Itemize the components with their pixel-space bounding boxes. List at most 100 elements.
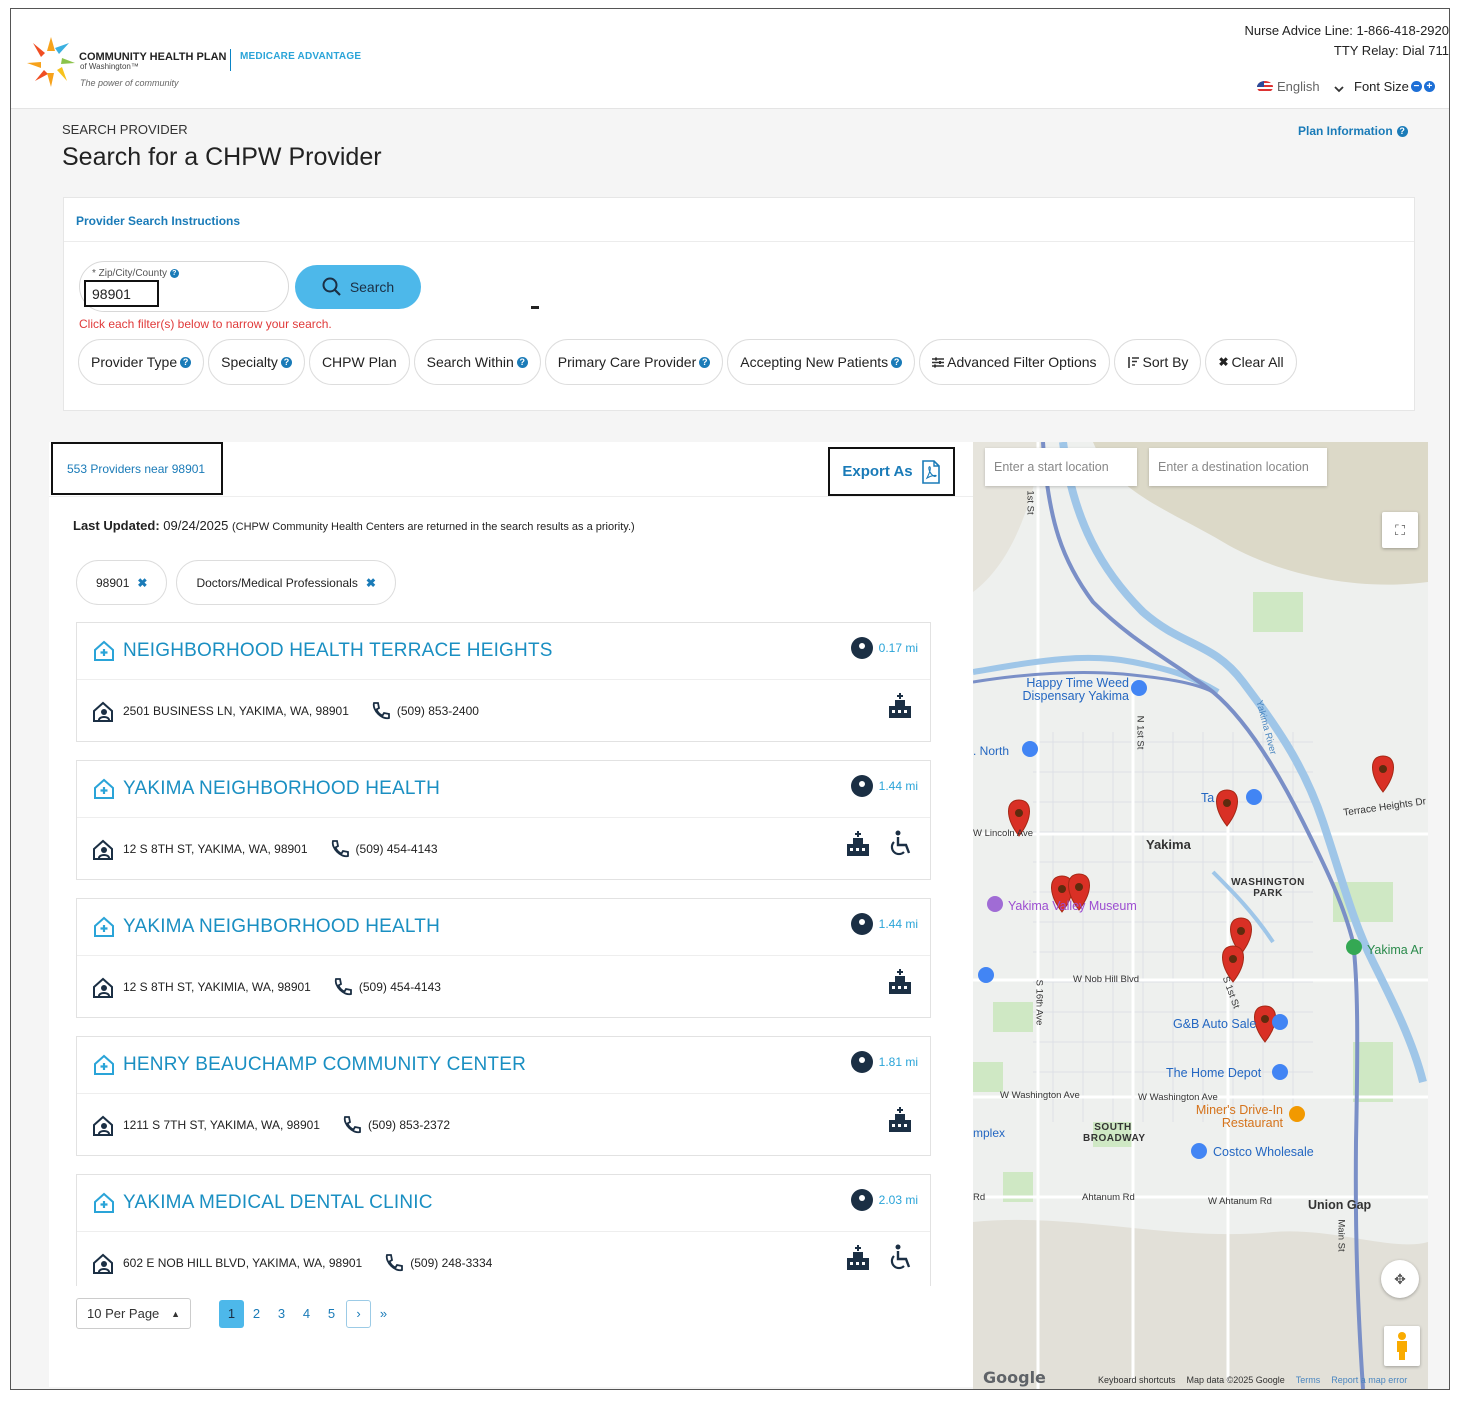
- start-location-input[interactable]: Enter a start location: [985, 448, 1137, 486]
- filter-specialty[interactable]: Specialty?: [208, 339, 305, 385]
- plan-information-link[interactable]: Plan Information ?: [1298, 124, 1408, 138]
- tty-relay-line[interactable]: TTY Relay: Dial 711: [1244, 41, 1449, 61]
- provider-phone-link[interactable]: (509) 454-4143: [356, 842, 438, 856]
- app-frame: COMMUNITY HEALTH PLAN of Washington™ The…: [10, 8, 1450, 1390]
- last-page-button[interactable]: »: [371, 1300, 396, 1328]
- export-as-button[interactable]: Export As: [828, 447, 955, 496]
- report-map-error-link[interactable]: Report a map error: [1331, 1375, 1407, 1385]
- provider-name-link[interactable]: HENRY BEAUCHAMP COMMUNITY CENTER: [123, 1054, 526, 1076]
- map-label: W Lincoln Ave: [973, 828, 1034, 839]
- nurse-advice-line[interactable]: Nurse Advice Line: 1-866-418-2920: [1244, 21, 1449, 41]
- filter-search-within[interactable]: Search Within?: [413, 339, 541, 385]
- destination-location-input[interactable]: Enter a destination location: [1149, 448, 1327, 486]
- provider-feature-icons: [886, 968, 914, 996]
- clear-all-button[interactable]: ✖ Clear All: [1205, 339, 1297, 385]
- page-4-button[interactable]: 4: [294, 1300, 319, 1328]
- remove-tag-icon[interactable]: ✖: [366, 576, 376, 590]
- keyboard-shortcuts-link[interactable]: Keyboard shortcuts: [1098, 1375, 1176, 1385]
- provider-search-instructions-link[interactable]: Provider Search Instructions: [64, 198, 1414, 242]
- filter-tag[interactable]: Doctors/Medical Professionals ✖: [176, 560, 396, 605]
- poi-label[interactable]: Happy Time Weed Dispensary Yakima: [1011, 677, 1129, 703]
- poi-label[interactable]: Yakima Valley Museum: [1008, 899, 1137, 913]
- language-selector[interactable]: English: [1257, 79, 1320, 94]
- brand-sub: of Washington™: [80, 62, 139, 71]
- provider-card-header: YAKIMA MEDICAL DENTAL CLINIC 2.03 mi: [77, 1175, 930, 1232]
- brand-product: MEDICARE ADVANTAGE: [240, 51, 362, 62]
- help-icon: ?: [516, 356, 528, 368]
- filter-tag[interactable]: 98901 ✖: [76, 560, 168, 605]
- poi-label[interactable]: The Home Depot: [1166, 1066, 1261, 1080]
- font-increase-button[interactable]: +: [1423, 81, 1435, 92]
- terms-link[interactable]: Terms: [1296, 1375, 1321, 1385]
- search-icon: [322, 277, 341, 296]
- page-3-button[interactable]: 3: [269, 1300, 294, 1328]
- wheelchair-accessible-icon: [890, 830, 911, 856]
- filter-hint: Click each filter(s) below to narrow you…: [79, 317, 332, 331]
- filter-accepting-new-patients[interactable]: Accepting New Patients?: [727, 339, 916, 385]
- provider-name-link[interactable]: YAKIMA NEIGHBORHOOD HEALTH: [123, 778, 440, 800]
- zip-input[interactable]: [84, 280, 159, 307]
- sort-by-button[interactable]: Sort By: [1113, 339, 1202, 385]
- hospital-icon: [847, 831, 869, 856]
- per-page-select[interactable]: 10 Per Page ▲: [76, 1298, 191, 1329]
- filter-primary-care-provider[interactable]: Primary Care Provider?: [544, 339, 724, 385]
- page-1-button[interactable]: 1: [219, 1299, 244, 1328]
- map-label: Union Gap: [1308, 1198, 1372, 1212]
- fullscreen-icon[interactable]: ⛶: [1382, 512, 1418, 548]
- filter-label: Search Within: [426, 354, 514, 370]
- hospital-icon: [889, 693, 911, 718]
- filter-provider-type[interactable]: Provider Type?: [78, 339, 205, 385]
- page-2-button[interactable]: 2: [244, 1300, 269, 1328]
- map-footer: Keyboard shortcuts Map data ©2025 Google…: [973, 1371, 1428, 1389]
- next-page-button[interactable]: ›: [346, 1299, 371, 1328]
- provider-name-link[interactable]: NEIGHBORHOOD HEALTH TERRACE HEIGHTS: [123, 640, 553, 662]
- site-header: COMMUNITY HEALTH PLAN of Washington™ The…: [11, 9, 1449, 109]
- provider-feature-icons: [844, 1244, 914, 1272]
- map-pin-icon: [850, 637, 873, 659]
- provider-name-link[interactable]: YAKIMA NEIGHBORHOOD HEALTH: [123, 916, 440, 938]
- provider-phone-link[interactable]: (509) 853-2372: [368, 1118, 450, 1132]
- font-decrease-button[interactable]: −: [1410, 81, 1422, 92]
- help-icon[interactable]: ?: [169, 268, 179, 278]
- provider-phone-link[interactable]: (509) 853-2400: [397, 704, 479, 718]
- provider-card-details: 12 S 8TH ST, YAKIMIA, WA, 98901 (509) 45…: [77, 956, 930, 1018]
- results-count: 553 Providers near 98901: [51, 442, 223, 495]
- page-eyebrow: SEARCH PROVIDER: [62, 122, 188, 137]
- poi-label[interactable]: Costco Wholesale: [1213, 1145, 1314, 1159]
- map-pan-control[interactable]: ✥: [1381, 1260, 1419, 1298]
- phone-icon: [372, 702, 390, 720]
- filter-chpw-plan[interactable]: CHPW Plan: [308, 339, 410, 385]
- distance: 2.03 mi: [850, 1189, 918, 1211]
- search-button[interactable]: Search: [295, 265, 421, 309]
- remove-tag-icon[interactable]: ✖: [137, 576, 147, 590]
- provider-name-link[interactable]: YAKIMA MEDICAL DENTAL CLINIC: [123, 1192, 433, 1214]
- results-divider: [49, 496, 973, 497]
- poi-label[interactable]: Miner's Drive-In Restaurant: [1183, 1104, 1283, 1130]
- provider-card-details: 12 S 8TH ST, YAKIMA, WA, 98901 (509) 454…: [77, 818, 930, 880]
- filter-label: Clear All: [1231, 354, 1284, 370]
- provider-phone-link[interactable]: (509) 454-4143: [359, 980, 441, 994]
- map-canvas[interactable]: [973, 442, 1428, 1389]
- advanced-filter-options-button[interactable]: Advanced Filter Options: [919, 339, 1110, 385]
- poi-label[interactable]: Yakima Ar: [1367, 943, 1423, 957]
- provider-phone-link[interactable]: (509) 248-3334: [410, 1256, 492, 1270]
- last-updated-note: (CHPW Community Health Centers are retur…: [232, 521, 635, 533]
- page-5-button[interactable]: 5: [319, 1300, 344, 1328]
- street-view-pegman-icon[interactable]: [1384, 1326, 1420, 1366]
- chevron-down-icon[interactable]: [1333, 83, 1345, 95]
- map-view[interactable]: Enter a start location Enter a destinati…: [973, 442, 1428, 1389]
- zip-city-county-field[interactable]: * Zip/City/County ?: [79, 261, 289, 312]
- poi-label[interactable]: G&B Auto Sale: [1173, 1017, 1256, 1031]
- pagination: 10 Per Page ▲ 1 2 3 4 5 › »: [76, 1298, 396, 1329]
- distance: 1.44 mi: [850, 913, 918, 935]
- poi-label[interactable]: Ta: [1201, 791, 1214, 805]
- language-label: English: [1277, 79, 1320, 94]
- map-data-text: Map data ©2025 Google: [1186, 1375, 1285, 1385]
- provider-feature-icons: [886, 1106, 914, 1134]
- provider-card-header: YAKIMA NEIGHBORHOOD HEALTH 1.44 mi: [77, 899, 930, 956]
- filter-label: CHPW Plan: [321, 354, 397, 370]
- chpw-logo[interactable]: [25, 33, 77, 89]
- map-label: SOUTH BROADWAY: [1083, 1122, 1146, 1144]
- results-panel: 553 Providers near 98901 Export As Last …: [49, 442, 973, 1387]
- provider-card-header: YAKIMA NEIGHBORHOOD HEALTH 1.44 mi: [77, 761, 930, 818]
